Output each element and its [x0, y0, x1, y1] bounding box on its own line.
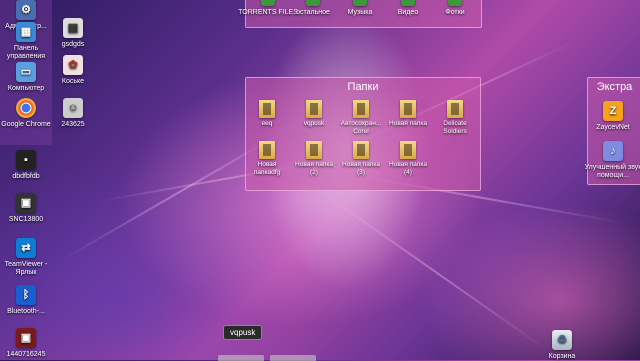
folder-new-4[interactable]: Новая папка (4) — [387, 141, 429, 176]
taskbar-button[interactable] — [270, 355, 316, 361]
folder-autosave-corel[interactable]: Автосохран... Corel — [340, 100, 382, 135]
folder-icon — [401, 0, 415, 6]
desktop-icon-teamviewer[interactable]: ⇄ TeamViewer - Ярлык — [0, 238, 56, 277]
extra-item-zaycevnet[interactable]: Z ZaycevNet — [583, 101, 640, 132]
folder-icon — [400, 100, 416, 118]
folder-icon — [261, 0, 275, 6]
wallpaper-streak — [319, 190, 550, 353]
folders-fence-title: Папки — [347, 81, 379, 93]
extra-item-sound[interactable]: ♪ Улучшенный звук помощи... — [583, 141, 640, 180]
folder-icon — [448, 0, 462, 6]
folder-icon — [306, 141, 322, 159]
folder-new-2[interactable]: Новая папка (2) — [293, 141, 335, 176]
folder-icon — [259, 141, 275, 159]
file-icon: ▪ — [16, 150, 36, 170]
desktop-icon-snc13800[interactable]: ▣ SNC13800 — [0, 193, 56, 224]
computer-icon: ▭ — [16, 62, 36, 82]
desktop-icon-bluetooth[interactable]: ᛒ Bluetooth-... — [0, 285, 56, 316]
desktop-icon-1440716245[interactable]: ▣ 1440716245 — [0, 328, 56, 359]
fence-item-photos[interactable]: Фотки — [425, 0, 485, 17]
desktop-icon-243625[interactable]: ☺ 243625 — [43, 98, 103, 129]
chrome-icon — [16, 98, 36, 118]
admin-icon: ⚙ — [16, 0, 36, 20]
zaycevnet-icon: Z — [603, 101, 623, 121]
folder-delicate-soldiers[interactable]: Delicate Soldiers — [434, 100, 476, 135]
folder-new-3[interactable]: Новая папка (3) — [340, 141, 382, 176]
folder-icon — [353, 141, 369, 159]
folder-icon — [306, 100, 322, 118]
folder-icon — [353, 100, 369, 118]
folder-eeq[interactable]: eeq — [246, 100, 288, 128]
image-icon: ✿ — [63, 55, 83, 75]
recycle-bin-icon: ♻ — [552, 330, 572, 350]
sound-icon: ♪ — [603, 141, 623, 161]
folder-icon — [306, 0, 320, 6]
folder-icon — [353, 0, 367, 6]
teamviewer-icon: ⇄ — [16, 238, 36, 258]
desktop-icon-gsdgds[interactable]: ▤ gsdgds — [43, 18, 103, 49]
folder-new[interactable]: Новая папка — [387, 100, 429, 128]
folder-vqpusk[interactable]: vqpusk — [293, 100, 335, 128]
image-icon: ☺ — [63, 98, 83, 118]
extra-fence-title: Экстра — [596, 81, 633, 93]
image-icon: ▣ — [16, 193, 36, 213]
control-panel-icon: ▦ — [16, 22, 36, 42]
image-icon: ▣ — [16, 328, 36, 348]
folder-icon — [400, 141, 416, 159]
file-icon: ▤ — [63, 18, 83, 38]
desktop-icon-dbdfbfdb[interactable]: ▪ dbdfbfdb — [0, 150, 56, 181]
folder-new-dfg[interactable]: Новая папкаdfg — [246, 141, 288, 176]
folder-icon — [447, 100, 463, 118]
recycle-bin[interactable]: ♻ Корзина — [532, 330, 592, 361]
folder-icon — [259, 100, 275, 118]
bluetooth-icon: ᛒ — [16, 285, 36, 305]
desktop-icon-koske[interactable]: ✿ Коське — [43, 55, 103, 86]
taskbar-button[interactable] — [218, 355, 264, 361]
tooltip: vqpusk — [223, 325, 263, 340]
